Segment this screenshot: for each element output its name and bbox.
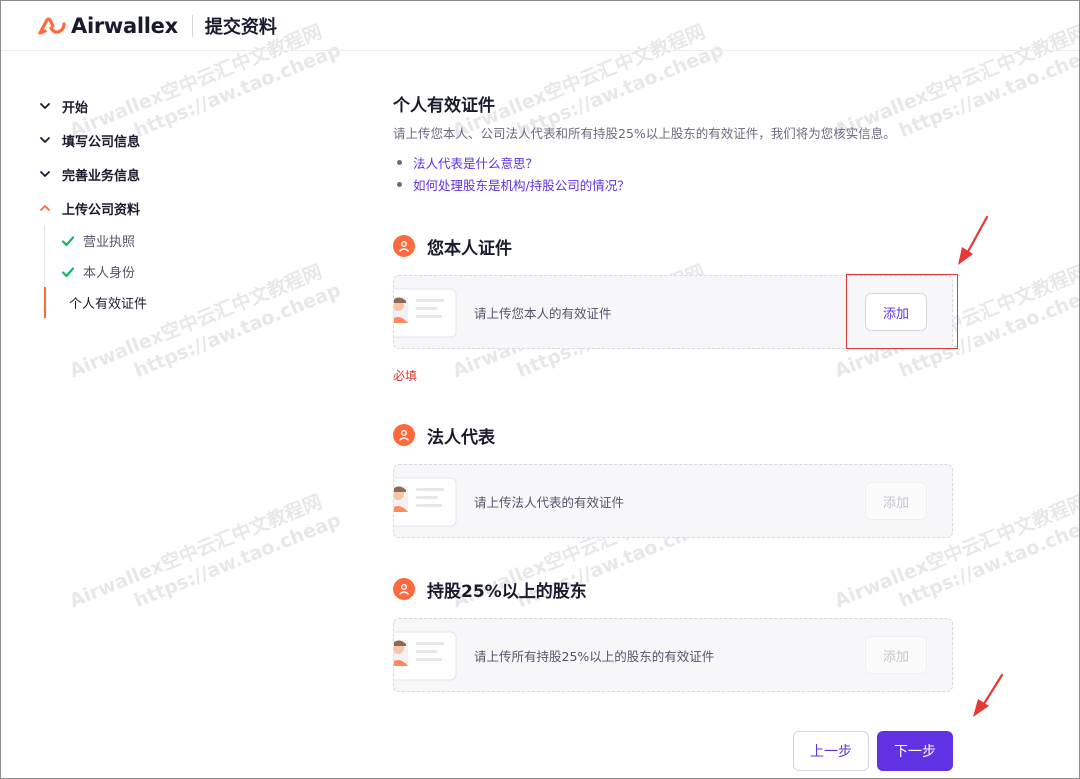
chevron-down-icon [37,98,53,114]
help-link-item: 法人代表是什么意思？ [393,151,953,173]
airwallex-logo[interactable]: Airwallex [37,14,178,38]
previous-step-button[interactable]: 上一步 [793,731,869,771]
header-divider [191,14,193,37]
page-title: 个人有效证件 [393,96,495,116]
sidebar-substep-identity[interactable]: 本人身份 [45,256,297,287]
id-card-icon [394,477,457,527]
link-shareholder-entity[interactable]: 如何处理股东是机构/持股公司的情况？ [413,175,630,194]
page-header-title: 提交资料 [204,16,277,38]
link-legal-rep[interactable]: 法人代表是什么意思？ [413,153,538,172]
add-shareholder-button[interactable]: 添加 [865,636,927,674]
sidebar-step-upload-docs[interactable]: 上传公司资料 [37,191,297,225]
airwallex-logo-icon [38,16,66,35]
sidebar-substep-label: 个人有效证件 [69,297,148,312]
sidebar-substep-personal-id[interactable]: 个人有效证件 [44,287,297,318]
required-error-text: 必填 [393,369,418,383]
section-header: 法人代表 [393,423,953,448]
step-sidebar: 开始 填写公司信息 完善业务信息 上传公司资料 营业执照 本人身份 个人有效证件 [37,89,297,318]
help-link-item: 如何处理股东是机构/持股公司的情况？ [393,173,953,195]
sidebar-substep-label: 营业执照 [83,235,136,250]
upload-hint: 请上传您本人的有效证件 [474,305,612,321]
next-step-button[interactable]: 下一步 [877,731,953,771]
sidebar-step-label: 填写公司信息 [62,134,141,150]
section-title: 法人代表 [427,427,495,448]
annotation-arrow-icon [958,215,989,265]
bullet-icon [397,181,402,187]
user-icon [393,235,415,257]
chevron-down-icon [37,166,53,182]
sidebar-step-label: 开始 [62,100,89,116]
annotation-arrow-icon [973,673,1004,717]
main-content: 个人有效证件 请上传您本人、公司法人代表和所有持股25%以上股东的有效证件，我们… [393,91,953,195]
section-header: 您本人证件 [393,234,953,259]
section-legal-rep: 法人代表 请上传法人代表的有效证件 添加 [393,423,953,538]
page-description: 请上传您本人、公司法人代表和所有持股25%以上股东的有效证件，我们将为您核实信息… [393,126,896,141]
sidebar-substep-label: 本人身份 [83,266,136,281]
chevron-up-icon [37,200,53,216]
upload-box-legal-rep: 请上传法人代表的有效证件 添加 [393,464,953,538]
annotation-highlight-box [846,274,958,349]
section-header: 持股25%以上的股东 [393,577,953,602]
sidebar-step-label: 上传公司资料 [62,202,141,218]
check-icon [61,234,75,248]
id-card-icon [394,288,457,338]
help-links: 法人代表是什么意思？ 如何处理股东是机构/持股公司的情况？ [393,151,953,195]
sidebar-step-label: 完善业务信息 [62,168,141,184]
user-icon [393,578,415,600]
id-card-icon [394,631,457,681]
section-shareholders: 持股25%以上的股东 请上传所有持股25%以上的股东的有效证件 添加 [393,577,953,692]
upload-hint: 请上传所有持股25%以上的股东的有效证件 [474,648,715,664]
section-title: 您本人证件 [427,238,512,259]
sidebar-substeps: 营业执照 本人身份 个人有效证件 [44,225,297,318]
upload-box-shareholders: 请上传所有持股25%以上的股东的有效证件 添加 [393,618,953,692]
user-icon [393,424,415,446]
top-header: Airwallex 提交资料 [1,1,1079,51]
chevron-down-icon [37,132,53,148]
watermark: Airwallex空中云汇中文教程网https://aw.tao.cheap [66,490,344,613]
section-title: 持股25%以上的股东 [427,581,587,602]
check-icon [61,265,75,279]
sidebar-step-company-info[interactable]: 填写公司信息 [37,123,297,157]
sidebar-step-start[interactable]: 开始 [37,89,297,123]
app-window: Airwallex空中云汇中文教程网 https://aw.tao.cheap A… [0,0,1080,779]
brand-name: Airwallex [71,13,178,38]
sidebar-step-business-info[interactable]: 完善业务信息 [37,157,297,191]
add-legal-rep-button[interactable]: 添加 [865,482,927,520]
upload-hint: 请上传法人代表的有效证件 [474,494,625,510]
bullet-icon [397,159,402,165]
sidebar-substep-business-license[interactable]: 营业执照 [45,225,297,256]
